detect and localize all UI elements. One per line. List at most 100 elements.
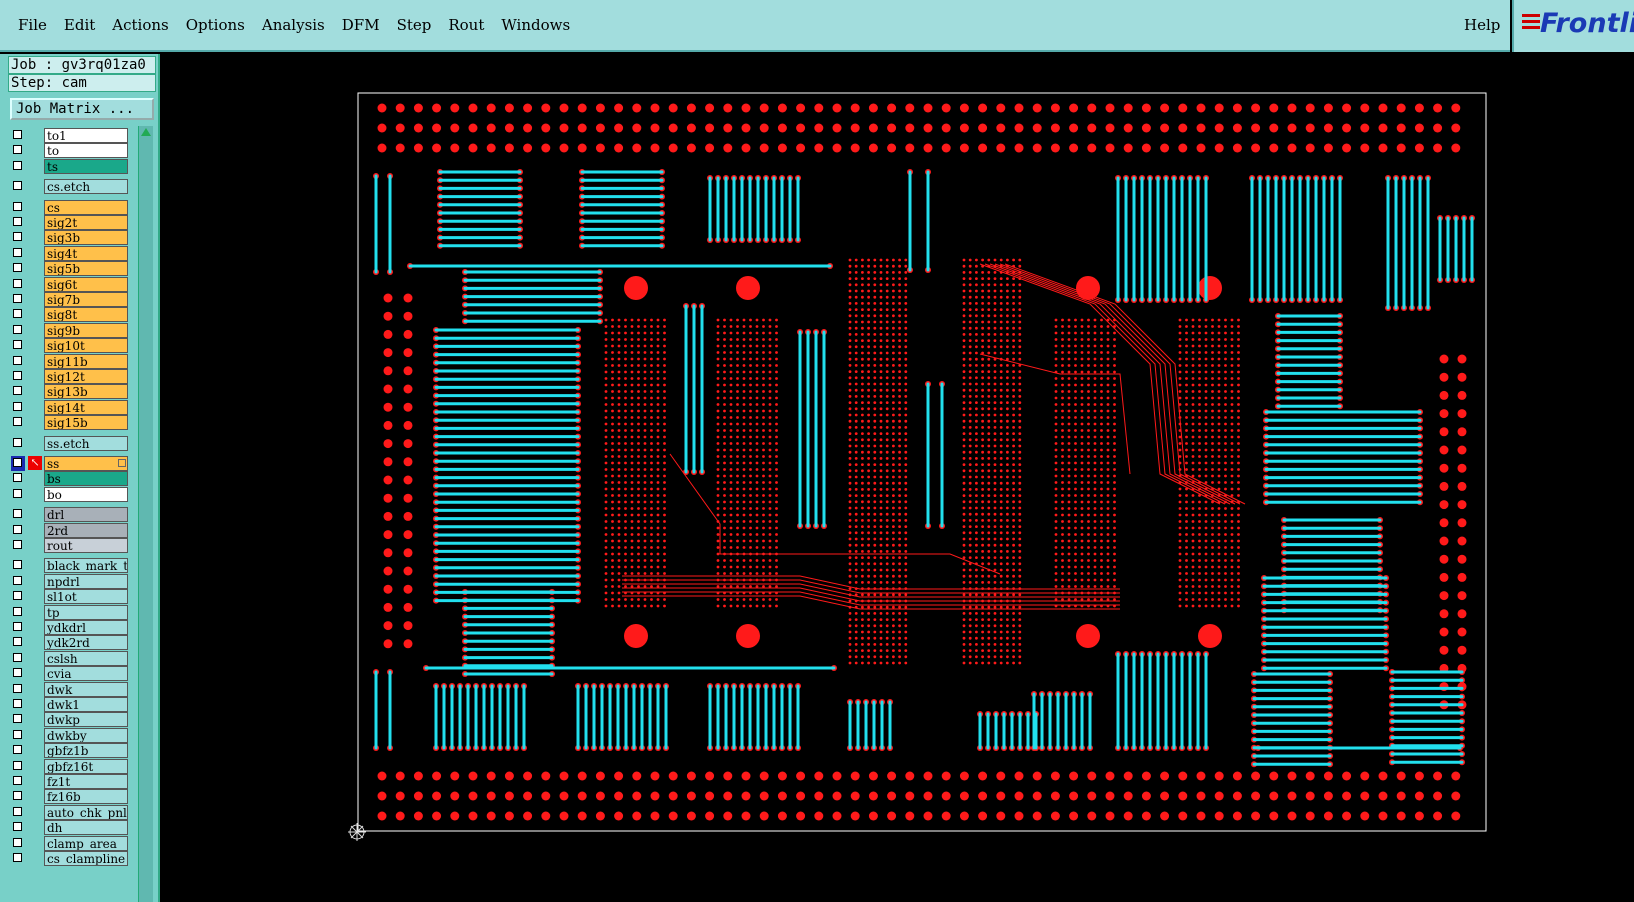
layer-checkbox[interactable] xyxy=(13,232,22,242)
layer-row-cslsh[interactable]: cslsh xyxy=(10,650,128,666)
layer-row-black_mark_t[interactable]: black_mark_t xyxy=(10,558,128,574)
layer-checkbox[interactable] xyxy=(13,652,22,662)
layer-checkbox[interactable] xyxy=(13,683,22,693)
layer-row-ss[interactable]: ↖ ss xyxy=(10,456,128,471)
layer-checkbox[interactable] xyxy=(13,278,22,288)
layer-row-sig4t[interactable]: sig4t xyxy=(10,245,128,261)
layer-row-sig5b[interactable]: sig5b xyxy=(10,261,128,277)
layer-row-auto_chk_pnl[interactable]: auto_chk_pnl xyxy=(10,804,128,820)
layer-row-sig6t[interactable]: sig6t xyxy=(10,276,128,292)
layer-checkbox[interactable] xyxy=(13,540,22,549)
layer-label[interactable]: ss xyxy=(44,456,128,471)
layer-row-dwk[interactable]: dwk xyxy=(10,681,128,697)
layer-checkbox[interactable] xyxy=(13,145,22,155)
layer-label[interactable]: rout xyxy=(44,538,128,553)
layer-row-to1[interactable]: to1 xyxy=(10,128,128,143)
layer-scrollbar[interactable] xyxy=(138,126,153,902)
layer-checkbox[interactable] xyxy=(13,217,22,226)
layer-label[interactable]: to1 xyxy=(44,128,128,143)
layer-row-cvia[interactable]: cvia xyxy=(10,666,128,682)
layer-label[interactable]: sig15b xyxy=(44,415,128,431)
layer-label[interactable]: fz1t xyxy=(44,774,128,789)
layer-label[interactable]: black_mark_t xyxy=(44,558,128,574)
layer-row-sig10t[interactable]: sig10t xyxy=(10,338,128,354)
layer-row-fz1t[interactable]: fz1t xyxy=(10,774,128,789)
layer-row-sig3b[interactable]: sig3b xyxy=(10,230,128,246)
layer-label[interactable]: dwkby xyxy=(44,727,128,743)
layer-label[interactable]: 2rd xyxy=(44,522,128,538)
layer-checkbox[interactable] xyxy=(13,294,22,303)
menu-dfm[interactable]: DFM xyxy=(342,16,380,34)
layer-row-rout[interactable]: rout xyxy=(10,538,128,553)
layer-label[interactable]: sig8t xyxy=(44,307,128,323)
layer-row-ts[interactable]: ts xyxy=(10,158,128,174)
layer-checkbox[interactable] xyxy=(13,160,22,170)
layer-checkbox[interactable] xyxy=(13,386,22,396)
layer-checkbox[interactable] xyxy=(13,401,22,411)
layer-label[interactable]: cvia xyxy=(44,666,128,682)
layer-row-ydk2rd[interactable]: ydk2rd xyxy=(10,635,128,651)
layer-label[interactable]: sig6t xyxy=(44,276,128,292)
layer-label[interactable]: dwk xyxy=(44,681,128,697)
layer-label[interactable]: dh xyxy=(44,820,128,836)
layer-row-sl1ot[interactable]: sl1ot xyxy=(10,589,128,605)
layer-checkbox[interactable] xyxy=(13,668,22,678)
layer-row-dwkby[interactable]: dwkby xyxy=(10,727,128,743)
layer-row-gbfz1b[interactable]: gbfz1b xyxy=(10,743,128,759)
layer-label[interactable]: fz16b xyxy=(44,789,128,805)
layer-row-tp[interactable]: tp xyxy=(10,604,128,620)
layer-checkbox[interactable] xyxy=(13,458,22,467)
layer-label[interactable]: gbfz1b xyxy=(44,743,128,759)
layer-label[interactable]: ss.etch xyxy=(44,435,128,451)
layer-checkbox[interactable] xyxy=(13,371,22,380)
layer-checkbox[interactable] xyxy=(13,699,22,708)
layer-row-sig15b[interactable]: sig15b xyxy=(10,415,128,431)
layer-row-cs.etch[interactable]: cs.etch xyxy=(10,179,128,195)
layer-row-sig12t[interactable]: sig12t xyxy=(10,369,128,384)
layer-checkbox[interactable] xyxy=(13,776,22,785)
layer-label[interactable]: dwk1 xyxy=(44,697,128,712)
menu-windows[interactable]: Windows xyxy=(501,16,570,34)
layer-checkbox[interactable] xyxy=(13,853,22,862)
layer-checkbox[interactable] xyxy=(13,591,22,601)
layer-checkbox[interactable] xyxy=(13,130,22,139)
layer-label[interactable]: sig11b xyxy=(44,353,128,369)
layer-row-ss.etch[interactable]: ss.etch xyxy=(10,435,128,451)
layer-label[interactable]: auto_chk_pnl xyxy=(44,804,128,820)
layer-row-sig8t[interactable]: sig8t xyxy=(10,307,128,323)
layer-row-sig9b[interactable]: sig9b xyxy=(10,322,128,338)
layer-checkbox[interactable] xyxy=(13,524,22,534)
layer-label[interactable]: gbfz16t xyxy=(44,758,128,774)
layer-checkbox[interactable] xyxy=(13,622,22,631)
layer-label[interactable]: ydkdrl xyxy=(44,620,128,635)
layer-row-cs_clampline[interactable]: cs_clampline xyxy=(10,851,128,866)
layer-row-sig11b[interactable]: sig11b xyxy=(10,353,128,369)
layer-checkbox[interactable] xyxy=(13,560,22,570)
layer-label[interactable]: bo xyxy=(44,486,128,502)
layer-label[interactable]: sig12t xyxy=(44,369,128,384)
menu-analysis[interactable]: Analysis xyxy=(262,16,325,34)
layer-label[interactable]: cslsh xyxy=(44,650,128,666)
layer-label[interactable]: to xyxy=(44,143,128,159)
layer-label[interactable]: ydk2rd xyxy=(44,635,128,651)
menu-actions[interactable]: Actions xyxy=(112,16,168,34)
menu-file[interactable]: File xyxy=(18,16,47,34)
layer-row-to[interactable]: to xyxy=(10,143,128,159)
menu-step[interactable]: Step xyxy=(397,16,432,34)
layer-label[interactable]: cs.etch xyxy=(44,179,128,195)
layer-label[interactable]: sig13b xyxy=(44,384,128,400)
menu-rout[interactable]: Rout xyxy=(448,16,484,34)
layer-checkbox[interactable] xyxy=(13,745,22,755)
layer-row-sig14t[interactable]: sig14t xyxy=(10,399,128,415)
layer-row-bo[interactable]: bo xyxy=(10,486,128,502)
layer-label[interactable]: dwkp xyxy=(44,712,128,728)
layer-checkbox[interactable] xyxy=(13,181,22,191)
layer-checkbox[interactable] xyxy=(13,263,22,273)
layer-row-sig2t[interactable]: sig2t xyxy=(10,215,128,230)
layer-label[interactable]: sig9b xyxy=(44,322,128,338)
layer-row-npdrl[interactable]: npdrl xyxy=(10,573,128,589)
layer-label[interactable]: bs xyxy=(44,471,128,487)
layer-label[interactable]: sig14t xyxy=(44,399,128,415)
layer-checkbox[interactable] xyxy=(13,760,22,770)
layer-label[interactable]: clamp_area xyxy=(44,835,128,851)
